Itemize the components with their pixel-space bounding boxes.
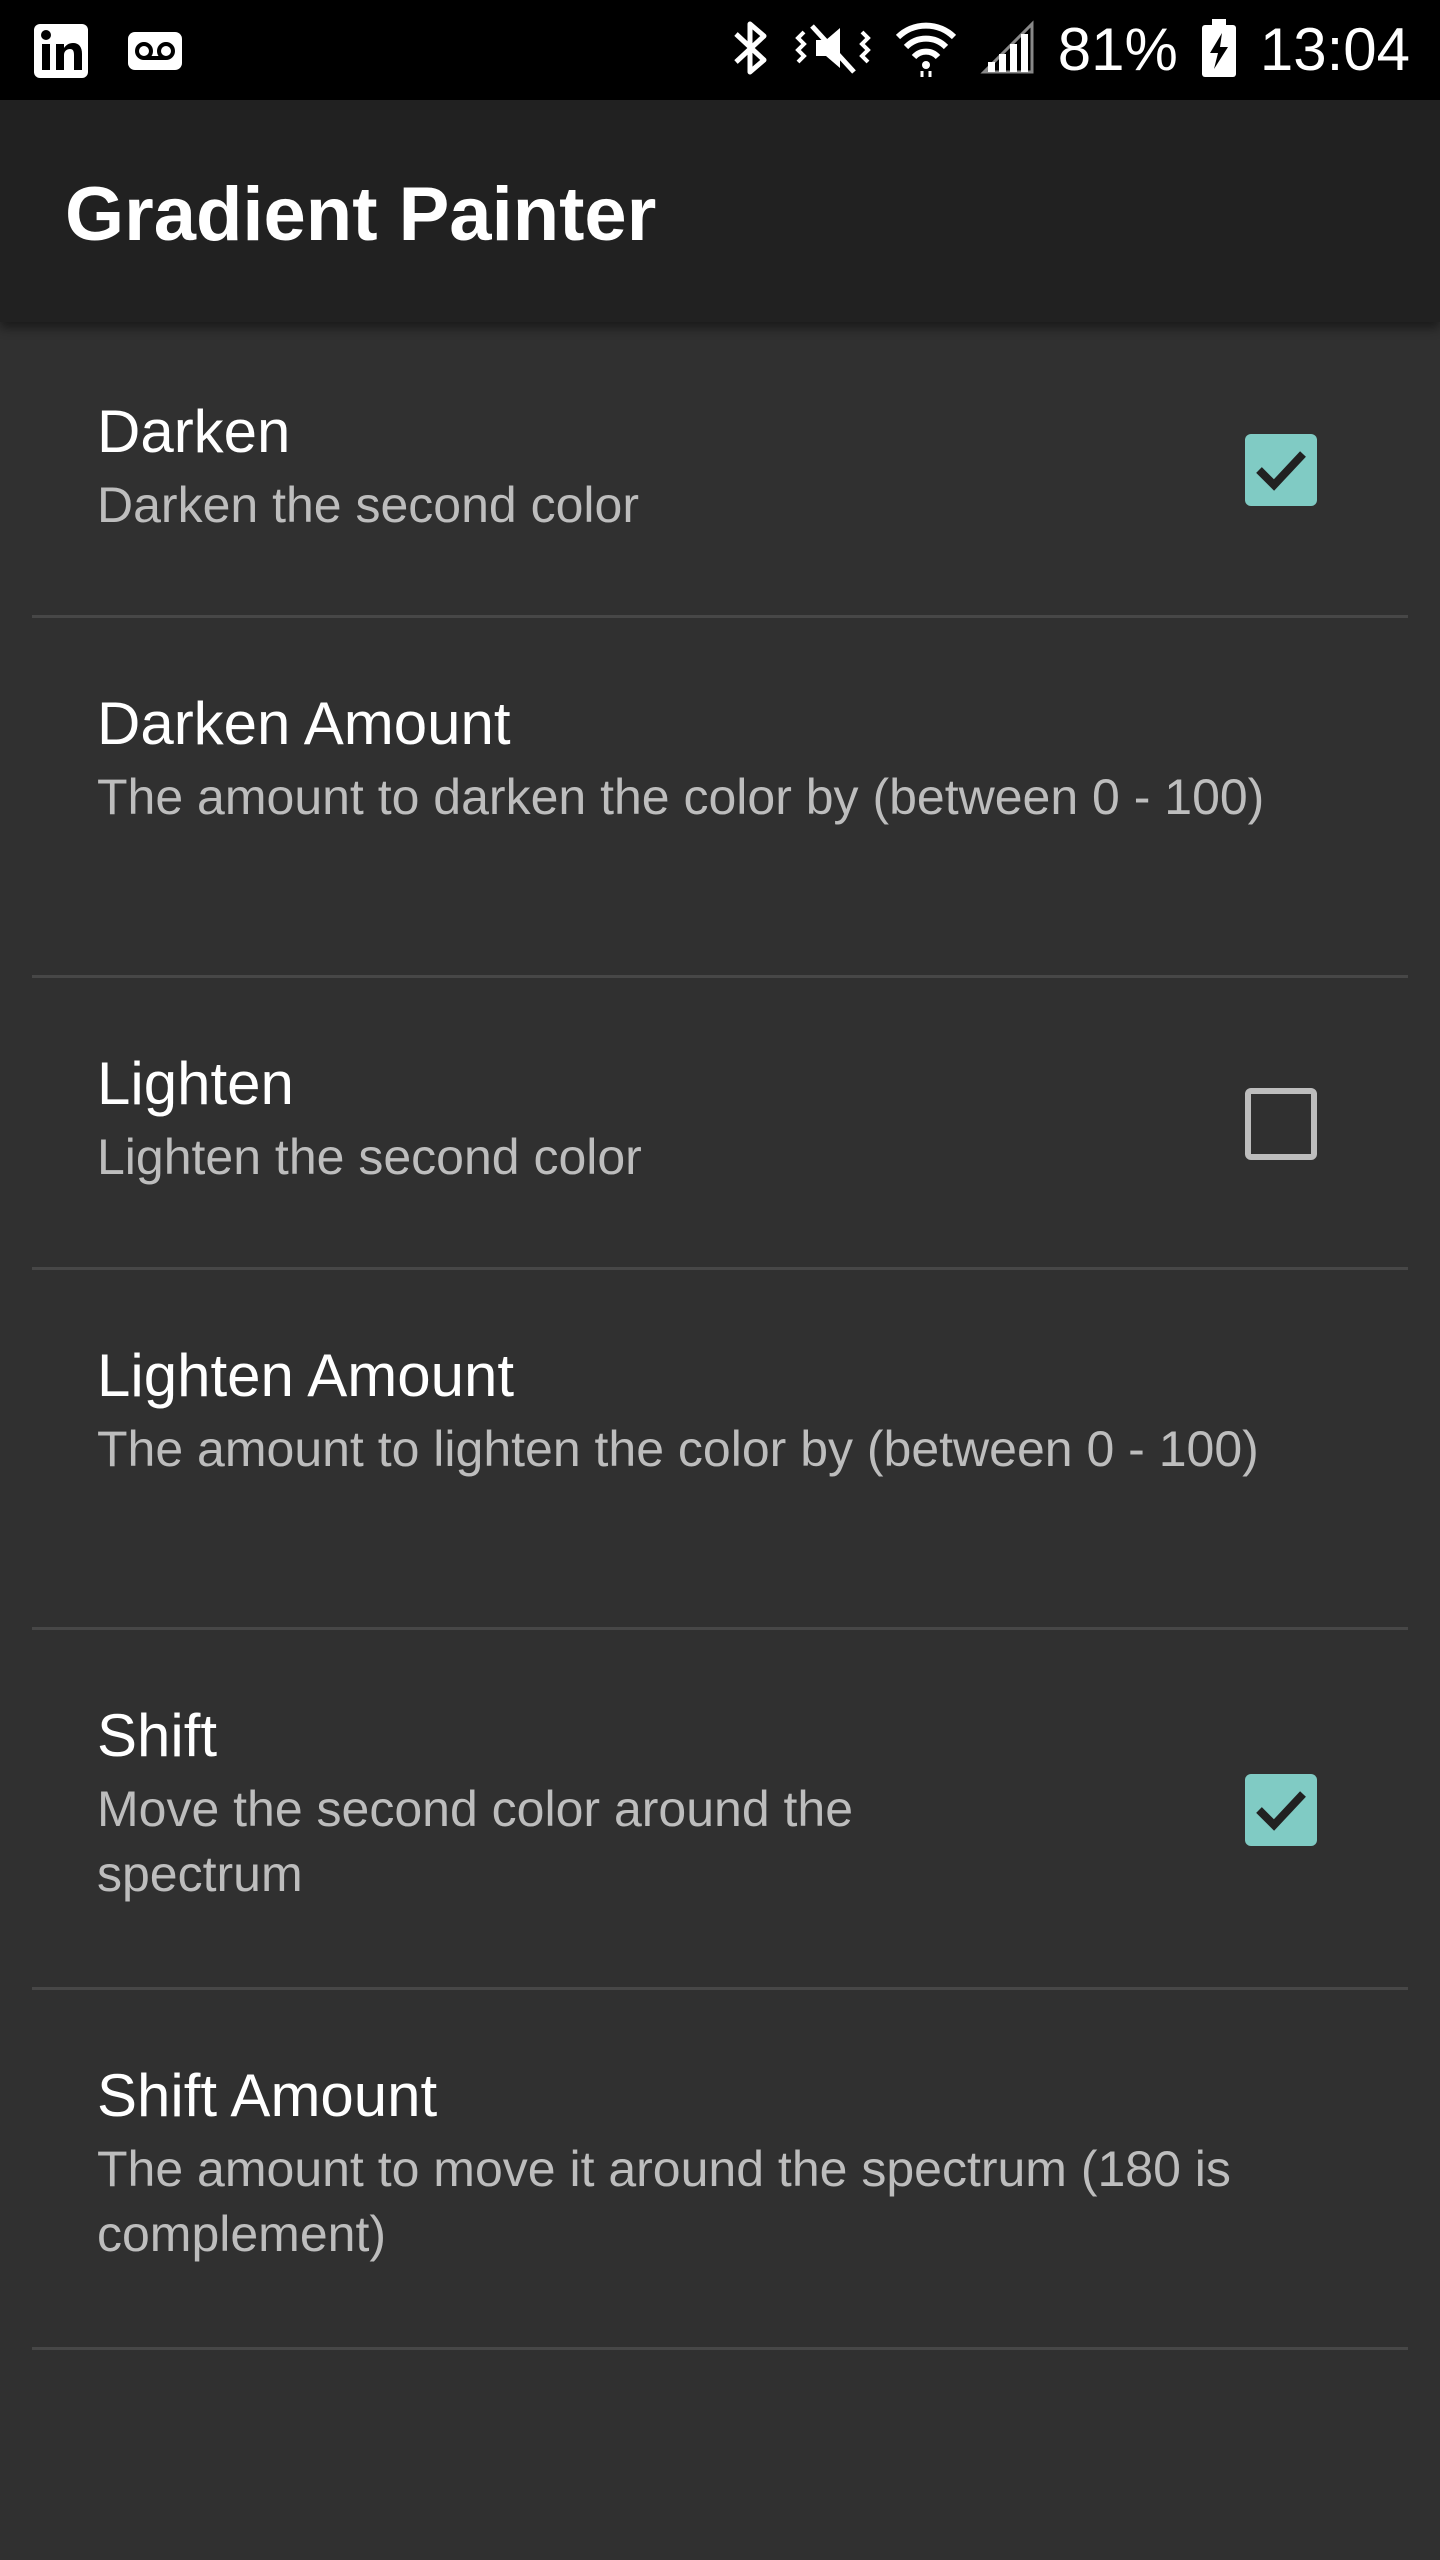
wifi-icon [894,17,958,84]
status-bar-system: 81% 13:04 [730,14,1410,86]
vibrate-icon [794,18,872,83]
pref-shift-amount[interactable]: Shift Amount The amount to move it aroun… [0,1990,1440,2350]
pref-summary: The amount to move it around the spectru… [97,2141,1231,2262]
pref-title: Darken Amount [97,690,511,757]
pref-title: Shift [97,1702,218,1769]
pref-summary: Move the second color around the spectru… [97,1781,854,1902]
signal-icon [980,19,1036,81]
bluetooth-icon [730,18,772,83]
divider [32,2347,1408,2350]
pref-summary: Lighten the second color [97,1129,642,1185]
voicemail-icon [126,22,184,85]
check-icon [1256,451,1306,491]
status-bar: 81% 13:04 [0,0,1440,100]
pref-summary: The amount to lighten the color by (betw… [97,1421,1259,1477]
preference-list: Darken Darken the second color Darken Am… [0,322,1440,2350]
pref-summary: Darken the second color [97,477,639,533]
pref-darken-amount[interactable]: Darken Amount The amount to darken the c… [0,618,1440,978]
pref-title: Lighten Amount [97,1342,514,1409]
linkedin-icon [32,22,90,85]
status-bar-notifications [32,22,184,85]
pref-title: Darken [97,398,291,465]
check-icon [1256,1791,1306,1831]
pref-lighten-amount[interactable]: Lighten Amount The amount to lighten the… [0,1270,1440,1630]
app-bar: Gradient Painter [0,100,1440,322]
clock: 13:04 [1259,16,1410,83]
battery-charging-icon [1200,17,1238,84]
darken-checkbox[interactable] [1245,434,1317,506]
pref-shift[interactable]: Shift Move the second color around the s… [0,1630,1440,1990]
battery-percent: 81% [1057,16,1178,83]
shift-checkbox[interactable] [1245,1774,1317,1846]
pref-darken[interactable]: Darken Darken the second color [0,322,1440,618]
app-title: Gradient Painter [65,172,657,257]
pref-title: Lighten [97,1050,294,1117]
pref-summary: The amount to darken the color by (betwe… [97,769,1265,825]
pref-title: Shift Amount [97,2062,438,2129]
pref-lighten[interactable]: Lighten Lighten the second color [0,978,1440,1270]
lighten-checkbox[interactable] [1245,1088,1317,1160]
